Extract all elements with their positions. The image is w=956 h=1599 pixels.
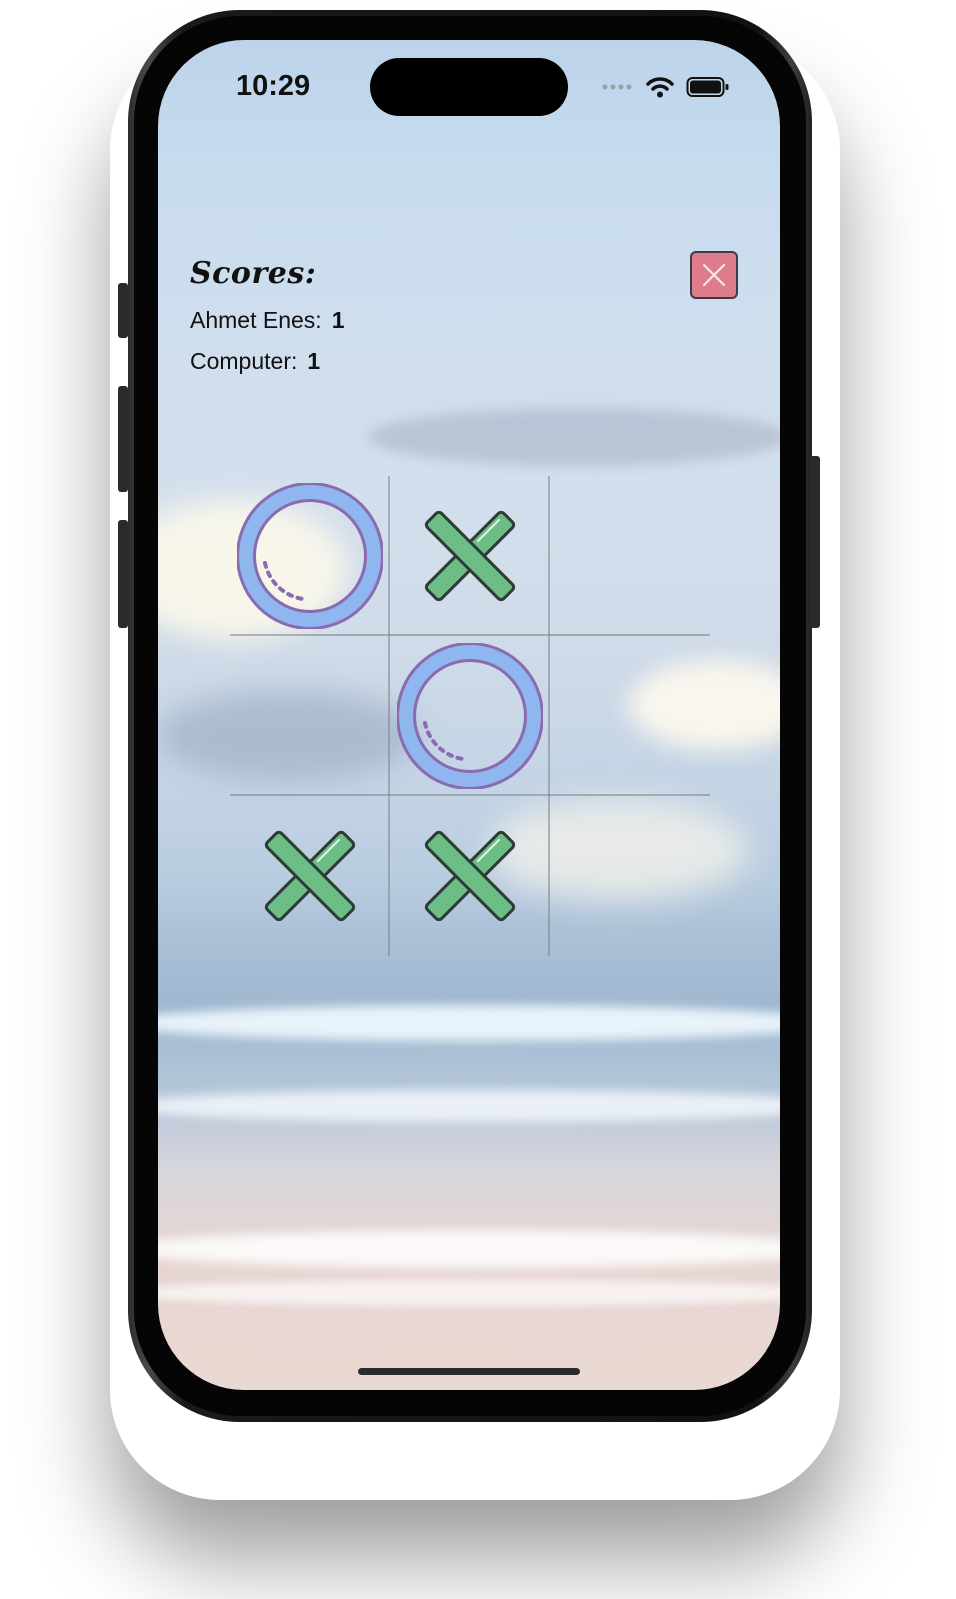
board-cell[interactable] [230, 476, 390, 636]
player-name: Ahmet Enes: [190, 307, 322, 333]
cellular-icon [602, 84, 632, 90]
dynamic-island [370, 58, 568, 116]
board-cell[interactable] [390, 636, 550, 796]
computer-name: Computer: [190, 348, 298, 374]
game-board [230, 476, 710, 956]
board-cell[interactable] [390, 476, 550, 636]
battery-icon [686, 77, 729, 97]
computer-score: 1 [307, 348, 321, 374]
volume-up-button [118, 386, 128, 492]
o-mark-icon [397, 643, 543, 789]
x-mark-icon [424, 830, 516, 922]
board-cell[interactable] [390, 796, 550, 956]
status-time: 10:29 [236, 70, 311, 102]
o-mark-icon [237, 483, 383, 629]
wifi-icon [646, 77, 674, 98]
action-button [118, 283, 128, 338]
home-indicator[interactable] [358, 1368, 580, 1375]
status-icons [602, 76, 730, 98]
board-cell[interactable] [230, 636, 390, 796]
close-button[interactable] [690, 251, 738, 299]
board-cell[interactable] [550, 796, 710, 956]
wave [158, 1090, 780, 1122]
x-mark-icon [424, 510, 516, 602]
close-icon [702, 263, 726, 287]
x-mark-icon [264, 830, 356, 922]
wave [158, 1005, 780, 1041]
board-cell[interactable] [550, 636, 710, 796]
scores-title: Scores: [190, 256, 317, 291]
power-button [810, 456, 820, 628]
board-cell[interactable] [230, 796, 390, 956]
volume-down-button [118, 520, 128, 628]
wave [158, 1280, 780, 1306]
player-score: 1 [331, 307, 345, 333]
wave [158, 1230, 780, 1268]
board-cell[interactable] [550, 476, 710, 636]
background-cloud [368, 408, 780, 466]
app-screen: 10:29 Scores: Ahmet Enes: 1 Computer: 1 [158, 40, 780, 1390]
computer-score-row: Computer: 1 [190, 348, 320, 375]
player-score-row: Ahmet Enes: 1 [190, 307, 344, 334]
